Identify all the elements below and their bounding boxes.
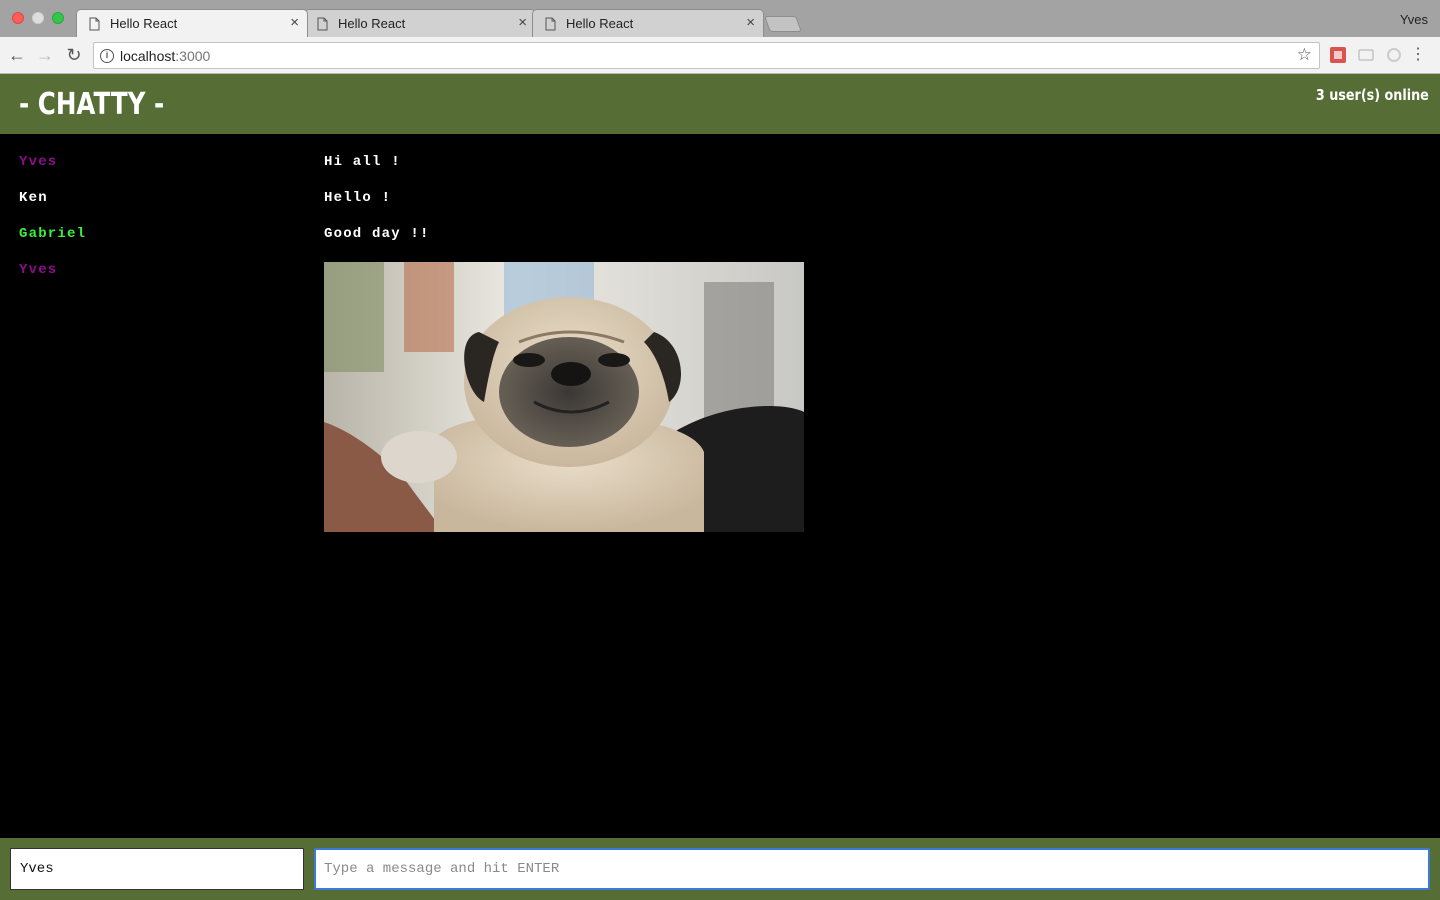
new-tab-button[interactable] xyxy=(764,16,802,32)
back-arrow-icon[interactable]: ← xyxy=(6,44,28,66)
message-username: Gabriel xyxy=(19,226,87,242)
browser-tab[interactable]: Hello React × xyxy=(76,9,308,37)
forward-arrow-icon[interactable]: → xyxy=(34,44,56,66)
message-content: Good day !! xyxy=(324,226,430,242)
chat-bar xyxy=(0,838,1440,900)
message-username: Yves xyxy=(19,262,58,278)
message-image xyxy=(324,262,804,532)
message-input[interactable] xyxy=(314,848,1430,890)
close-tab-icon[interactable]: × xyxy=(290,14,299,32)
close-tab-icon[interactable]: × xyxy=(518,14,527,32)
app-brand[interactable]: - CHATTY - xyxy=(19,87,164,122)
browser-toolbar: ← → ↻ i localhost:3000 ☆ ⋮ xyxy=(0,37,1440,74)
app-navbar: - CHATTY - 3 user(s) online xyxy=(0,74,1440,134)
reload-icon[interactable]: ↻ xyxy=(63,44,85,66)
minimize-window-button[interactable] xyxy=(32,12,44,24)
username-input[interactable] xyxy=(10,848,304,890)
extension-icon[interactable] xyxy=(1330,47,1346,63)
address-bar[interactable]: i localhost:3000 ☆ xyxy=(93,42,1320,69)
message-username: Ken xyxy=(19,190,48,206)
profile-name[interactable]: Yves xyxy=(1400,12,1428,27)
message-row: Gabriel Good day !! xyxy=(0,206,1440,242)
document-icon xyxy=(89,17,100,31)
bookmark-star-icon[interactable]: ☆ xyxy=(1297,45,1312,65)
document-icon xyxy=(317,17,328,31)
close-window-button[interactable] xyxy=(12,12,24,24)
close-tab-icon[interactable]: × xyxy=(746,14,755,32)
tab-title: Hello React xyxy=(566,16,634,31)
message-list: Yves Hi all ! Ken Hello ! Gabriel Good d… xyxy=(0,134,1440,838)
info-icon[interactable]: i xyxy=(100,49,114,63)
url-text: localhost:3000 xyxy=(120,48,211,64)
browser-tab[interactable]: Hello React × xyxy=(304,9,536,37)
browser-tab[interactable]: Hello React × xyxy=(532,9,764,37)
message-content: Hi all ! xyxy=(324,154,401,170)
sync-icon[interactable] xyxy=(1386,47,1402,63)
tab-title: Hello React xyxy=(338,16,406,31)
message-content: Hello ! xyxy=(324,190,392,206)
message-row: Yves Hi all ! xyxy=(0,134,1440,170)
online-user-count: 3 user(s) online xyxy=(1316,86,1429,104)
tab-title: Hello React xyxy=(110,16,178,31)
message-row: Ken Hello ! xyxy=(0,170,1440,206)
document-icon xyxy=(545,17,556,31)
maximize-window-button[interactable] xyxy=(52,12,64,24)
browser-tabstrip: Hello React × Hello React × Hello React … xyxy=(0,0,1440,37)
message-username: Yves xyxy=(19,154,58,170)
cast-icon[interactable] xyxy=(1358,47,1374,63)
browser-menu-icon[interactable]: ⋮ xyxy=(1410,45,1426,65)
